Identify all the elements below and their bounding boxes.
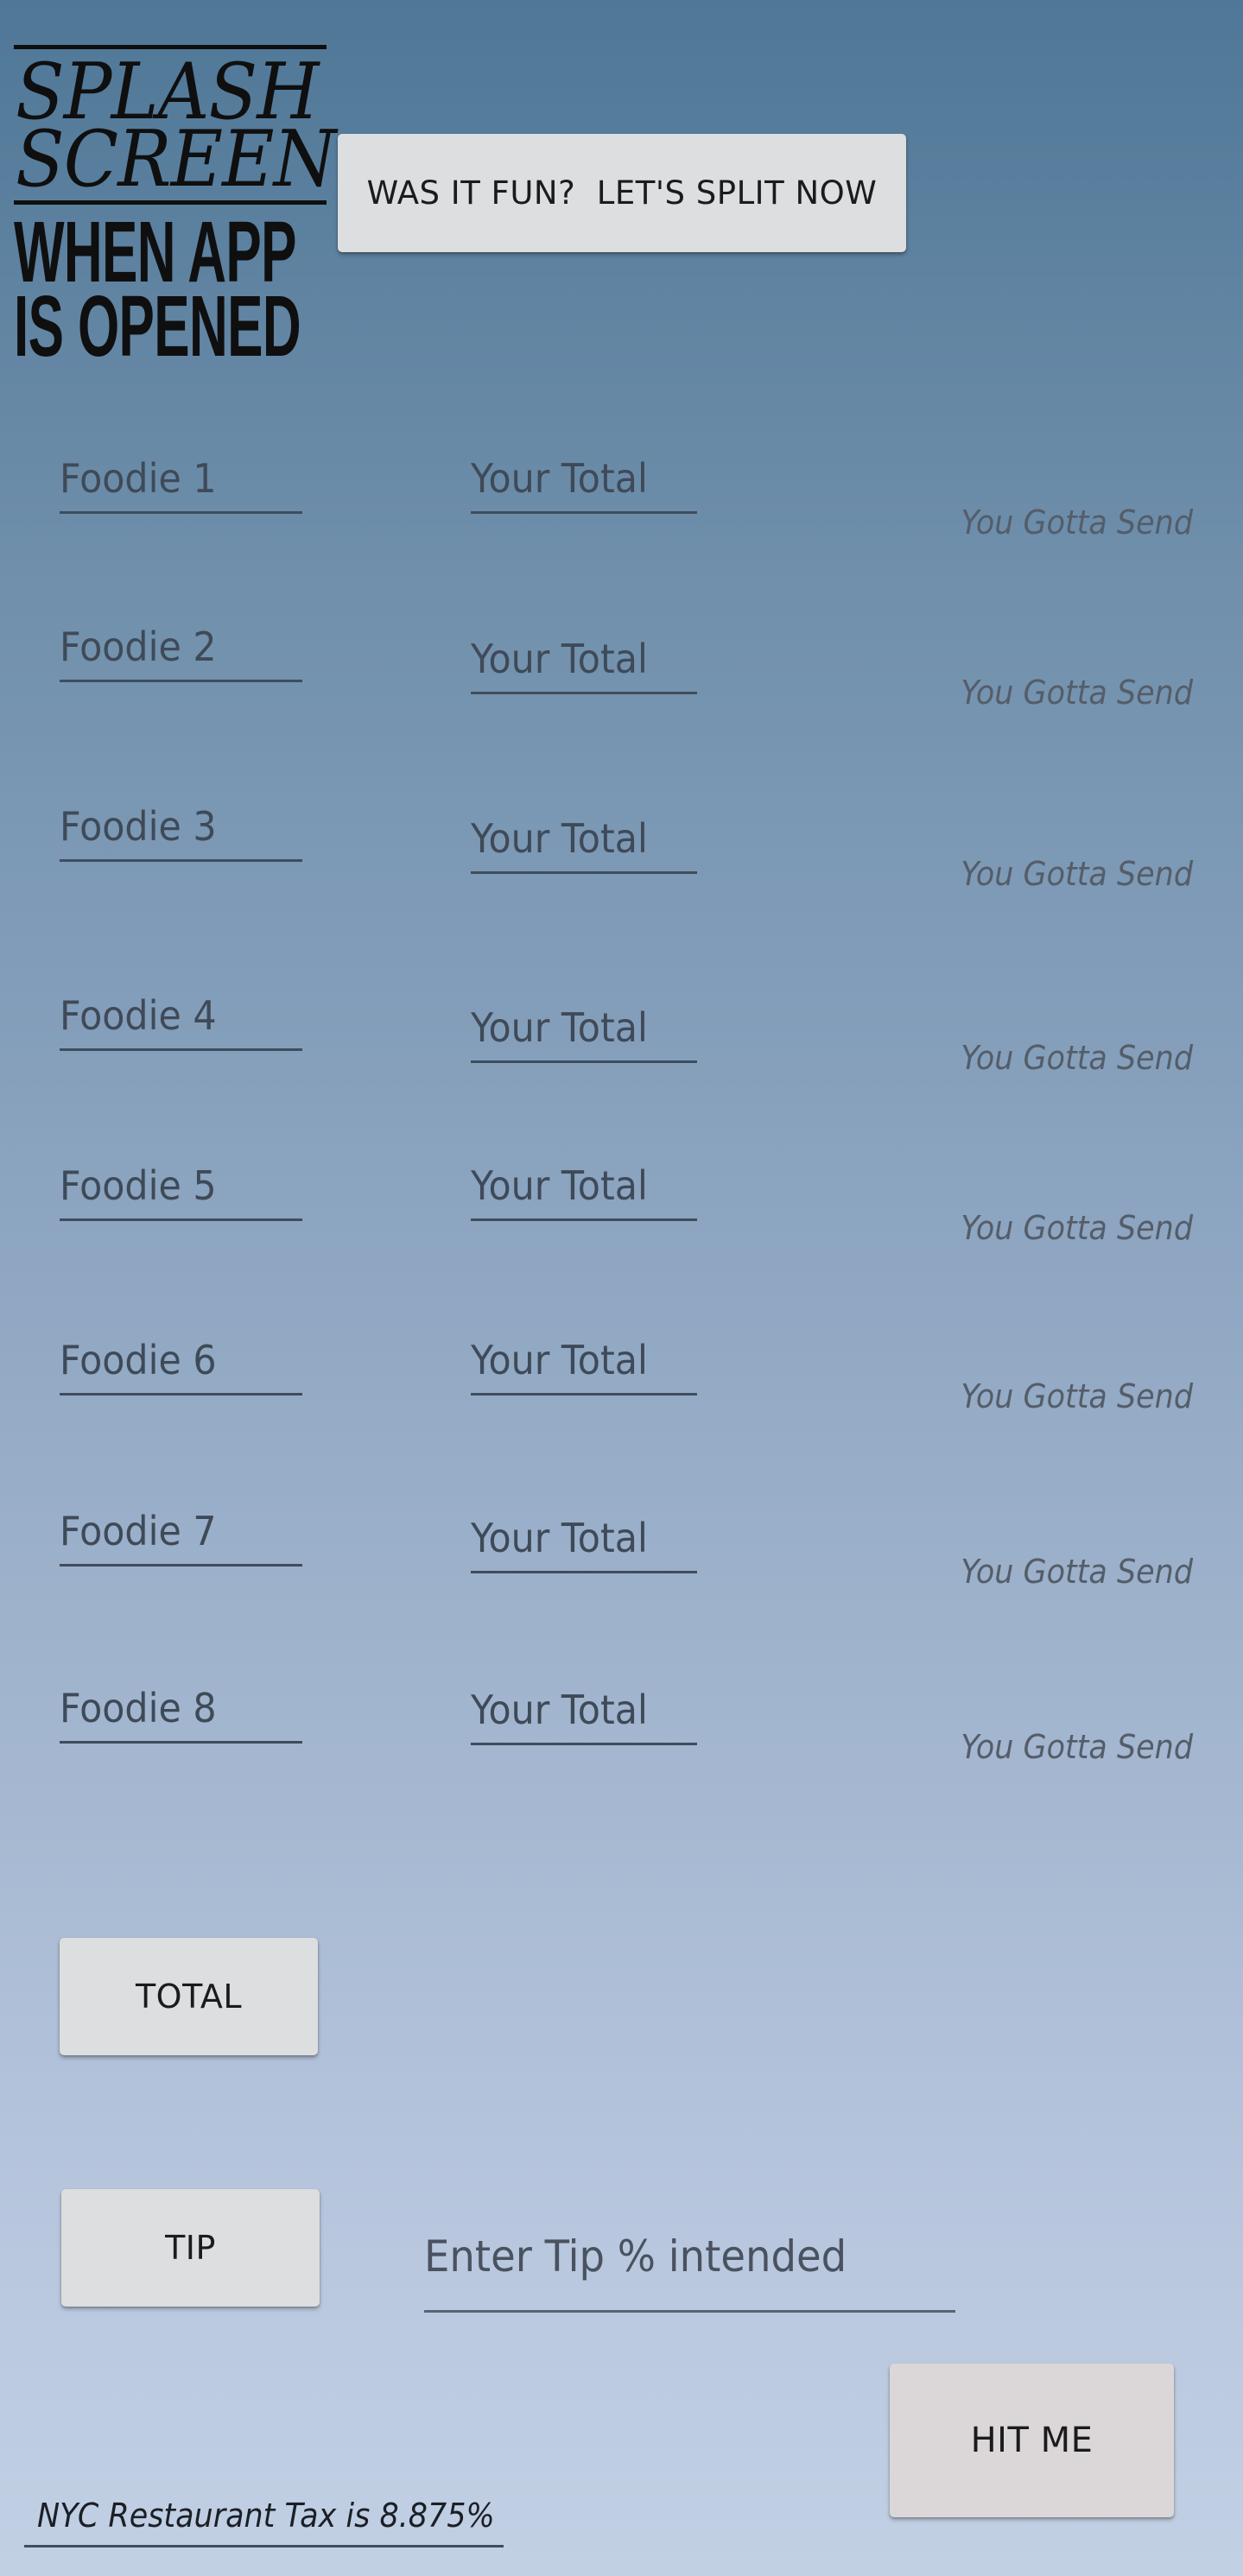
your-total-placeholder: Your Total [471,636,648,682]
total-button-label: TOTAL [135,1978,243,2016]
your-total-input[interactable]: Your Total [471,620,697,694]
you-gotta-send-text: You Gotta Send [961,1728,1193,1766]
your-total-placeholder: Your Total [471,1004,648,1051]
your-total-placeholder: Your Total [471,1162,648,1209]
logo-line-screen: SCREEN [16,114,336,205]
your-total-input[interactable]: Your Total [471,1324,697,1396]
your-total-input[interactable]: Your Total [471,452,697,514]
you-gotta-send-text: You Gotta Send [961,1209,1193,1247]
hit-me-button-label: HIT ME [970,2421,1094,2460]
splash-screen-logo: SPLASH SCREEN WHEN APP IS OPENED [14,45,336,370]
you-gotta-send-text: You Gotta Send [961,674,1193,712]
you-gotta-send-text: You Gotta Send [961,503,1193,541]
foodie-name-placeholder: Foodie 2 [60,623,217,670]
you-gotta-send-text: You Gotta Send [961,1553,1193,1591]
your-total-placeholder: Your Total [471,1337,648,1383]
tip-percent-placeholder: Enter Tip % intended [424,2231,847,2282]
your-total-input[interactable]: Your Total [471,1681,697,1745]
your-total-placeholder: Your Total [471,815,648,862]
your-total-input[interactable]: Your Total [471,1159,697,1221]
foodie-row: Foodie 8 Your Total You Gotta Send [0,1681,1243,1785]
your-total-placeholder: Your Total [471,455,648,502]
total-button[interactable]: TOTAL [60,1938,318,2055]
split-now-button[interactable]: WAS IT FUN? LET'S SPLIT NOW [338,134,906,252]
you-gotta-send-text: You Gotta Send [961,1377,1193,1415]
foodie-name-placeholder: Foodie 1 [60,455,217,502]
you-gotta-send-text: You Gotta Send [961,1039,1193,1077]
hit-me-button[interactable]: HIT ME [890,2364,1174,2517]
foodie-row: Foodie 5 Your Total You Gotta Send [0,1159,1243,1263]
foodie-row: Foodie 4 Your Total You Gotta Send [0,989,1243,1092]
foodie-row: Foodie 6 Your Total You Gotta Send [0,1324,1243,1427]
foodie-name-input[interactable]: Foodie 7 [60,1504,302,1566]
foodie-name-input[interactable]: Foodie 3 [60,800,302,862]
logo-line-is-opened: IS OPENED [14,278,301,375]
tax-note-field: NYC Restaurant Tax is 8.875% [24,2487,504,2548]
your-total-input[interactable]: Your Total [471,989,697,1063]
foodie-name-placeholder: Foodie 8 [60,1685,217,1731]
your-total-input[interactable]: Your Total [471,800,697,874]
foodie-name-placeholder: Foodie 3 [60,803,217,850]
foodie-name-input[interactable]: Foodie 6 [60,1324,302,1396]
foodie-name-placeholder: Foodie 4 [60,992,217,1039]
foodie-name-input[interactable]: Foodie 5 [60,1159,302,1221]
your-total-placeholder: Your Total [471,1687,648,1733]
your-total-placeholder: Your Total [471,1515,648,1561]
foodie-name-placeholder: Foodie 7 [60,1508,217,1554]
you-gotta-send-text: You Gotta Send [961,855,1193,893]
foodie-name-input[interactable]: Foodie 4 [60,989,302,1051]
split-now-button-label: WAS IT FUN? LET'S SPLIT NOW [366,174,878,212]
foodie-row: Foodie 2 Your Total You Gotta Send [0,620,1243,724]
tip-button[interactable]: TIP [61,2189,320,2307]
foodie-name-placeholder: Foodie 5 [60,1162,217,1209]
foodie-row: Foodie 3 Your Total You Gotta Send [0,800,1243,903]
tip-button-label: TIP [165,2229,216,2267]
foodie-name-placeholder: Foodie 6 [60,1337,217,1383]
tip-percent-input[interactable]: Enter Tip % intended [424,2211,955,2313]
foodie-name-input[interactable]: Foodie 1 [60,452,302,514]
foodie-row: Foodie 7 Your Total You Gotta Send [0,1504,1243,1608]
your-total-input[interactable]: Your Total [471,1504,697,1573]
tax-note-text: NYC Restaurant Tax is 8.875% [37,2497,495,2535]
foodie-row: Foodie 1 Your Total You Gotta Send [0,452,1243,555]
foodie-name-input[interactable]: Foodie 2 [60,620,302,682]
foodie-name-input[interactable]: Foodie 8 [60,1681,302,1744]
